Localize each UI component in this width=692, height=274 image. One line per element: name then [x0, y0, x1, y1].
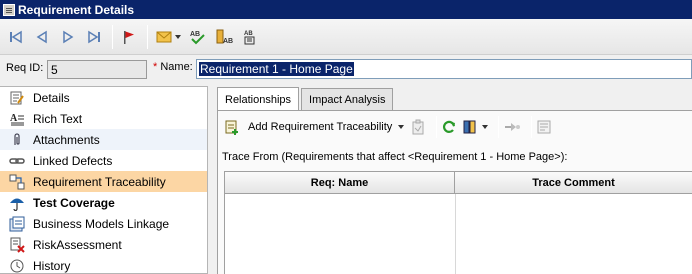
rich-text-icon: A	[8, 111, 26, 127]
content-panel: Relationships Impact Analysis Add Requir…	[213, 86, 692, 274]
window-title: Requirement Details	[18, 2, 135, 17]
traceability-toolbar: Add Requirement Traceability	[218, 111, 692, 143]
sidebar-item-requirement-traceability[interactable]: Requirement Traceability	[0, 171, 207, 192]
flag-icon	[124, 30, 134, 44]
flag-button[interactable]	[118, 26, 140, 48]
name-label-text: Name:	[160, 61, 193, 73]
sidebar-item-label: Requirement Traceability	[33, 174, 166, 189]
sidebar-item-risk-assessment[interactable]: RiskAssessment	[0, 234, 207, 255]
column-header-req-name[interactable]: Req: Name	[225, 172, 455, 193]
spelling-options-icon: AB	[244, 31, 255, 44]
grid-body	[225, 194, 692, 274]
select-columns-button[interactable]	[463, 119, 489, 135]
sidebar-item-label: Details	[33, 90, 70, 105]
window-icon	[3, 3, 15, 16]
chevron-down-icon[interactable]	[398, 125, 405, 129]
toolbar-separator	[531, 116, 533, 138]
go-to-icon	[505, 123, 521, 131]
toolbar-separator	[147, 24, 148, 49]
risk-icon	[8, 237, 26, 253]
refresh-button[interactable]	[441, 119, 457, 135]
sidebar-item-linked-defects[interactable]: Linked Defects	[0, 150, 207, 171]
clipboard-button[interactable]	[410, 119, 426, 135]
toolbar-separator	[112, 24, 113, 49]
chevron-down-icon[interactable]	[482, 125, 489, 129]
refresh-icon	[443, 120, 456, 133]
send-email-button[interactable]	[153, 26, 183, 48]
name-field-value: Requirement 1 - Home Page	[199, 62, 354, 76]
sidebar-item-label: Rich Text	[33, 111, 83, 126]
toolbar-separator	[498, 116, 500, 138]
paperclip-icon	[8, 132, 26, 148]
tab-relationships[interactable]: Relationships	[217, 87, 300, 111]
svg-text:AB: AB	[244, 31, 253, 37]
columns-icon	[463, 120, 476, 134]
sidebar-item-label: RiskAssessment	[33, 237, 122, 252]
relationships-tab-body: Add Requirement Traceability Trace From …	[217, 110, 692, 274]
last-record-button[interactable]	[83, 26, 105, 48]
trace-from-grid[interactable]: Req: Name Trace Comment	[224, 171, 692, 274]
comment-icon	[537, 120, 551, 134]
next-record-button[interactable]	[57, 26, 79, 48]
requirement-header: Req ID: 5 * Name: Requirement 1 - Home P…	[0, 56, 692, 82]
sidebar-item-details[interactable]: Details	[0, 87, 207, 108]
sidebar-item-business-models-linkage[interactable]: Business Models Linkage	[0, 213, 207, 234]
sidebar-item-label: Linked Defects	[33, 153, 113, 168]
sidebar-item-label: Test Coverage	[33, 195, 115, 210]
main-toolbar: AB AB AB	[0, 19, 692, 55]
sidebar-item-label: History	[33, 258, 71, 273]
spell-check-icon: AB	[190, 31, 205, 44]
spelling-options-button[interactable]: AB	[239, 26, 261, 48]
svg-text:AB: AB	[190, 31, 200, 38]
req-id-label: Req ID:	[6, 62, 44, 74]
column-header-trace-comment[interactable]: Trace Comment	[455, 172, 692, 193]
first-record-icon	[10, 30, 22, 43]
history-icon	[8, 258, 26, 274]
sidebar-item-test-coverage[interactable]: Test Coverage	[0, 192, 207, 213]
toolbar-separator	[436, 116, 438, 138]
sidebar-item-label: Attachments	[33, 132, 100, 147]
details-sidebar: Details A Rich Text Attachments Linked D…	[0, 86, 208, 274]
trace-comment-button[interactable]	[536, 119, 552, 135]
spell-check-button[interactable]: AB	[187, 26, 209, 48]
column-divider	[455, 194, 456, 274]
add-traceability-icon	[225, 120, 238, 135]
chevron-down-icon[interactable]	[174, 34, 181, 39]
grid-header: Req: Name Trace Comment	[225, 172, 692, 194]
svg-text:A: A	[10, 113, 18, 124]
tab-strip: Relationships Impact Analysis	[217, 87, 395, 111]
thesaurus-icon: AB	[216, 29, 233, 45]
previous-record-button[interactable]	[31, 26, 53, 48]
first-record-button[interactable]	[5, 26, 27, 48]
name-field[interactable]: Requirement 1 - Home Page	[196, 59, 692, 79]
trace-from-label: Trace From (Requirements that affect <Re…	[222, 151, 568, 163]
next-record-icon	[63, 30, 74, 43]
traceability-icon	[8, 174, 26, 190]
envelope-icon	[156, 31, 171, 42]
details-icon	[8, 90, 26, 106]
tab-impact-analysis[interactable]: Impact Analysis	[301, 88, 394, 110]
svg-text:AB: AB	[223, 38, 233, 45]
previous-record-icon	[36, 30, 47, 43]
business-model-icon	[8, 216, 26, 232]
go-to-requirement-button[interactable]	[503, 119, 521, 135]
last-record-icon	[88, 30, 100, 43]
clipboard-icon	[412, 119, 424, 135]
umbrella-icon	[8, 195, 26, 211]
window-title-bar: Requirement Details	[0, 0, 692, 19]
thesaurus-button[interactable]: AB	[213, 26, 235, 48]
sidebar-item-rich-text[interactable]: A Rich Text	[0, 108, 207, 129]
sidebar-item-label: Business Models Linkage	[33, 216, 170, 231]
name-label: * Name:	[153, 61, 193, 73]
required-mark: *	[153, 61, 158, 73]
add-requirement-traceability-button[interactable]: Add Requirement Traceability	[224, 119, 405, 135]
req-id-field: 5	[47, 60, 147, 79]
sidebar-item-history[interactable]: History	[0, 255, 207, 274]
add-traceability-label: Add Requirement Traceability	[248, 121, 393, 133]
sidebar-item-attachments[interactable]: Attachments	[0, 129, 207, 150]
link-icon	[8, 153, 26, 169]
